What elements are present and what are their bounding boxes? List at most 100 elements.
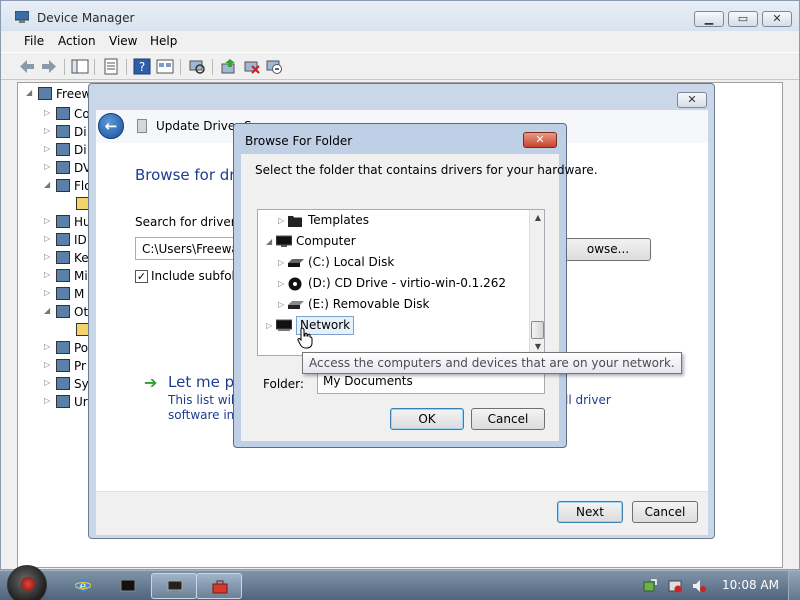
scrollbar-thumb[interactable] <box>531 321 544 339</box>
expand-arrow-icon[interactable]: ▷ <box>278 258 284 267</box>
update-driver-close-button[interactable]: ✕ <box>677 92 707 108</box>
cancel-button[interactable]: Cancel <box>471 408 545 430</box>
device-tree-item[interactable]: ▷ Hu <box>18 213 98 231</box>
scroll-up-icon[interactable]: ▲ <box>530 210 544 226</box>
cancel-button[interactable]: Cancel <box>632 501 698 523</box>
device-tree-label: Ke <box>74 251 89 265</box>
device-tree-item[interactable]: ▷ DV <box>18 159 98 177</box>
system-clock[interactable]: 10:08 AM <box>722 578 779 592</box>
scan-hardware-icon[interactable] <box>188 58 206 75</box>
menu-file[interactable]: File <box>24 34 44 48</box>
device-tree-item[interactable]: ▷ Ur <box>18 393 98 411</box>
device-tree-label: Di <box>74 125 87 139</box>
back-arrow-icon[interactable] <box>18 58 36 75</box>
expand-arrow-icon[interactable]: ▷ <box>44 360 50 369</box>
folder-input[interactable]: My Documents <box>317 372 545 394</box>
hand-cursor-icon <box>297 327 313 349</box>
view-icon[interactable] <box>156 58 174 75</box>
device-tree-item[interactable]: ▷ Di <box>18 123 98 141</box>
folder-tree-scrollbar[interactable]: ▲ ▼ <box>529 210 544 355</box>
ok-button[interactable]: OK <box>390 408 464 430</box>
device-tree-item[interactable]: ▷ Sy <box>18 375 98 393</box>
toolbox-icon <box>212 580 228 594</box>
uninstall-icon[interactable] <box>243 58 261 75</box>
expand-arrow-icon[interactable]: ▷ <box>44 396 50 405</box>
folder-tree-item[interactable]: ▷ (E:) Removable Disk <box>258 294 528 315</box>
taskbar-command-prompt[interactable] <box>105 573 151 599</box>
collapse-arrow-icon[interactable]: ◢ <box>44 180 50 189</box>
start-button[interactable] <box>7 565 47 600</box>
device-tree-item[interactable] <box>18 195 98 213</box>
taskbar-device-manager[interactable] <box>151 573 197 599</box>
device-tree-item[interactable]: ▷ ID <box>18 231 98 249</box>
device-tree-item[interactable]: ▷ Po <box>18 339 98 357</box>
expand-arrow-icon[interactable]: ▷ <box>278 279 284 288</box>
network-tooltip: Access the computers and devices that ar… <box>302 352 682 374</box>
folder-tree-item[interactable]: ▷ (D:) CD Drive - virtio-win-0.1.262 <box>258 273 528 294</box>
list-description-tail: ll driver <box>565 393 611 407</box>
expand-arrow-icon[interactable]: ▷ <box>44 288 50 297</box>
windows-logo-icon <box>21 577 35 591</box>
collapse-arrow-icon[interactable]: ◢ <box>266 237 272 246</box>
device-tree-item[interactable]: ▷ Di <box>18 141 98 159</box>
action-center-icon[interactable] <box>668 579 682 593</box>
expand-arrow-icon[interactable]: ▷ <box>278 216 284 225</box>
device-tree-label: Mi <box>74 269 88 283</box>
browse-button[interactable]: owse... <box>565 238 651 261</box>
disable-device-icon[interactable] <box>265 58 283 75</box>
expand-arrow-icon[interactable]: ▷ <box>44 270 50 279</box>
forward-arrow-icon[interactable] <box>40 58 58 75</box>
expand-arrow-icon[interactable]: ▷ <box>44 252 50 261</box>
volume-muted-icon[interactable] <box>692 579 706 593</box>
back-button[interactable]: ← <box>98 113 124 139</box>
collapse-arrow-icon[interactable]: ◢ <box>26 88 32 97</box>
toolbar: ? <box>1 52 799 80</box>
close-button[interactable]: ✕ <box>762 11 792 27</box>
expand-arrow-icon[interactable]: ▷ <box>278 300 284 309</box>
properties-icon[interactable] <box>102 58 120 75</box>
let-me-pick-link[interactable]: Let me pi <box>168 373 238 391</box>
device-category-icon <box>56 287 70 300</box>
device-tree-item[interactable] <box>18 321 98 339</box>
folder-tree-item[interactable]: ▷ Templates <box>258 210 528 231</box>
device-tree-item[interactable]: ▷ M <box>18 285 98 303</box>
show-desktop-button[interactable] <box>788 571 800 600</box>
browse-folder-close-button[interactable]: ✕ <box>523 132 557 148</box>
folder-tree-item[interactable]: ◢ Computer <box>258 231 528 252</box>
device-category-icon <box>56 107 70 120</box>
help-icon[interactable]: ? <box>133 58 151 75</box>
expand-arrow-icon[interactable]: ▷ <box>44 162 50 171</box>
expand-arrow-icon[interactable]: ▷ <box>266 321 272 330</box>
taskbar-internet-explorer[interactable]: e <box>60 573 106 599</box>
collapse-arrow-icon[interactable]: ◢ <box>44 306 50 315</box>
expand-arrow-icon[interactable]: ▷ <box>44 126 50 135</box>
menu-view[interactable]: View <box>109 34 137 48</box>
expand-arrow-icon[interactable]: ▷ <box>44 216 50 225</box>
folder-tree-item[interactable]: ▷ (C:) Local Disk <box>258 252 528 273</box>
device-tree-item[interactable]: ▷ Ke <box>18 249 98 267</box>
device-tree-item[interactable]: ◢ Ot <box>18 303 98 321</box>
device-tree-item[interactable]: ▷ Co <box>18 105 98 123</box>
expand-arrow-icon[interactable]: ▷ <box>44 108 50 117</box>
console-tree-icon[interactable] <box>71 58 89 75</box>
next-button[interactable]: Next <box>557 501 623 523</box>
device-tree-item[interactable]: ▷ Pr <box>18 357 98 375</box>
maximize-button[interactable]: ▭ <box>728 11 758 27</box>
network-tray-icon[interactable] <box>643 579 657 593</box>
menu-action[interactable]: Action <box>58 34 96 48</box>
taskbar-toolbox-app[interactable] <box>196 573 242 599</box>
expand-arrow-icon[interactable]: ▷ <box>44 234 50 243</box>
minimize-button[interactable]: ▁ <box>694 11 724 27</box>
device-tree-item[interactable]: ◢ Flo <box>18 177 98 195</box>
expand-arrow-icon[interactable]: ▷ <box>44 144 50 153</box>
menu-help[interactable]: Help <box>150 34 177 48</box>
include-subfolders-checkbox[interactable]: ✓ <box>135 270 148 283</box>
expand-arrow-icon[interactable]: ▷ <box>44 342 50 351</box>
toolbar-separator <box>180 59 181 75</box>
device-category-icon <box>56 161 70 174</box>
device-tree-item[interactable]: ◢ Freew <box>18 85 98 103</box>
device-tree-item[interactable]: ▷ Mi <box>18 267 98 285</box>
update-driver-icon[interactable] <box>220 58 238 75</box>
title-bar[interactable]: Device Manager ▁ ▭ ✕ <box>1 1 799 31</box>
expand-arrow-icon[interactable]: ▷ <box>44 378 50 387</box>
